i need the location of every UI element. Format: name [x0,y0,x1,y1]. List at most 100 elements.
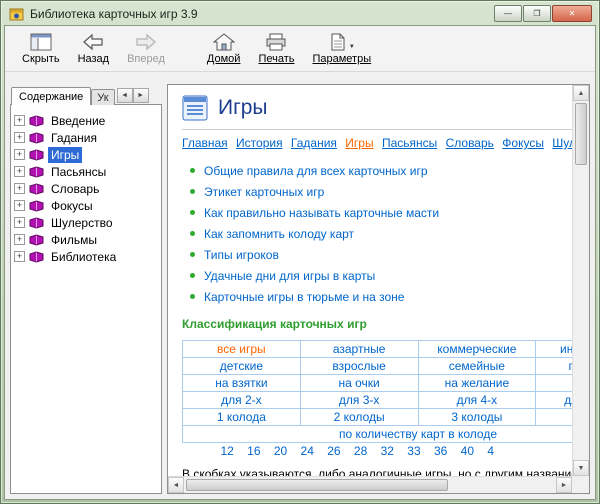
link-obshchie-pravila[interactable]: Общие правила для всех карточных игр [204,164,428,178]
nav-link-slovar[interactable]: Словарь [446,136,494,150]
vertical-scrollbar-thumb[interactable] [575,103,587,165]
maximize-button[interactable]: ❐ [523,5,551,22]
toolbar: Скрыть Назад Вперед [5,26,595,72]
tree-item-igry[interactable]: + Игры [14,146,158,163]
horizontal-scrollbar-thumb[interactable] [186,479,448,491]
table-cell[interactable]: 3 колоды [418,409,536,426]
table-row: на взятки на очки на желание с отбо [183,375,573,392]
scroll-left-icon[interactable]: ◄ [168,477,184,493]
forward-icon [135,32,157,52]
table-cell[interactable]: с отбо [536,375,572,392]
table-cell[interactable]: на желание [418,375,536,392]
nav-link-fokusy[interactable]: Фокусы [502,136,544,150]
print-button[interactable]: Печать [249,28,303,69]
options-icon [329,33,347,51]
tree-item-fokusy[interactable]: + Фокусы [14,197,158,214]
footnote-text: В скобках указываются, либо аналогичные … [182,467,572,477]
expand-icon[interactable]: + [14,234,25,245]
back-label: Назад [78,53,110,65]
table-cell[interactable]: семейные [418,358,536,375]
hide-button[interactable]: Скрыть [13,28,69,69]
title-bar[interactable]: Библиотека карточных игр 3.9 — ❐ ✕ [4,1,596,25]
link-igry-v-tyurme[interactable]: Карточные игры в тюрьме и на зоне [204,290,404,304]
book-icon [29,251,44,263]
expand-icon[interactable]: + [14,149,25,160]
table-cell[interactable]: для 2-х [183,392,301,409]
tree-item-pasyansy[interactable]: + Пасьянсы [14,163,158,180]
home-button[interactable]: Домой [198,28,250,69]
tree-item-label: Пасьянсы [48,164,109,180]
tree-item-vvedenie[interactable]: + Введение [14,112,158,129]
expand-icon[interactable]: + [14,166,25,177]
list-item: Типы игроков [190,244,572,265]
nav-link-pasyansy[interactable]: Пасьянсы [382,136,437,150]
expand-icon[interactable]: + [14,132,25,143]
table-cell[interactable]: коммерческие [418,341,536,358]
tree-item-shulerstvo[interactable]: + Шулерство [14,214,158,231]
options-button[interactable]: ▼ Параметры [303,28,380,69]
topic-links: Общие правила для всех карточных игр Эти… [190,160,572,307]
table-cell[interactable]: взрослые [300,358,418,375]
minimize-button[interactable]: — [494,5,522,22]
expand-icon[interactable]: + [14,115,25,126]
bullet-icon [190,168,195,173]
link-udachnye-dni[interactable]: Удачные дни для игры в карты [204,269,375,283]
vertical-scrollbar-track[interactable] [573,165,589,460]
tree-item-slovar[interactable]: + Словарь [14,180,158,197]
section-heading: Классификация карточных игр [182,317,572,331]
back-button[interactable]: Назад [69,28,119,69]
nav-link-igry-current[interactable]: Игры [345,136,373,150]
nav-link-shulerstvo[interactable]: Шулерство [552,136,572,150]
nav-link-istoriya[interactable]: История [236,136,283,150]
table-cell[interactable]: 2 колоды [300,409,418,426]
app-icon [9,6,25,22]
app-window: Библиотека карточных игр 3.9 — ❐ ✕ Скрыт… [0,0,600,504]
table-cell[interactable]: на взятки [183,375,301,392]
link-tipy-igrokov[interactable]: Типы игроков [204,248,279,262]
tab-index[interactable]: Ук [91,89,114,105]
divider [182,129,572,130]
tree-item-biblioteka[interactable]: + Библиотека [14,248,158,265]
table-cell[interactable]: 1 колода [183,409,301,426]
vertical-scrollbar[interactable]: ▲ ▼ [572,85,589,476]
table-cell[interactable]: 4 коло [536,409,572,426]
expand-icon[interactable]: + [14,183,25,194]
tree-item-gadaniya[interactable]: + Гадания [14,129,158,146]
table-cell[interactable]: популярн [536,358,572,375]
tab-contents[interactable]: Содержание [11,87,91,105]
scroll-up-icon[interactable]: ▲ [573,85,589,101]
table-cell[interactable]: интеллектуа [536,341,572,358]
scroll-down-icon[interactable]: ▼ [573,460,589,476]
expand-icon[interactable]: + [14,217,25,228]
tab-scroll-right-icon[interactable]: ► [133,88,149,103]
table-cell[interactable]: для 3-х [300,392,418,409]
table-row: по количеству карт в колоде [183,426,573,443]
scroll-right-icon[interactable]: ► [556,477,572,493]
tree-item-filmy[interactable]: + Фильмы [14,231,158,248]
table-cell-deck-sizes[interactable]: 12 16 20 24 26 28 32 33 36 40 4 [183,443,573,460]
table-cell[interactable]: детские [183,358,301,375]
book-icon [29,132,44,144]
table-cell-all-games[interactable]: все игры [183,341,301,358]
book-icon [29,149,44,161]
table-cell-card-count[interactable]: по количеству карт в колоде [183,426,573,443]
nav-link-glavnaya[interactable]: Главная [182,136,228,150]
horizontal-scrollbar-track[interactable] [448,477,556,493]
expand-icon[interactable]: + [14,251,25,262]
close-button[interactable]: ✕ [552,5,592,22]
table-row: 12 16 20 24 26 28 32 33 36 40 4 [183,443,573,460]
link-zapomnit-kolodu[interactable]: Как запомнить колоду карт [204,227,354,241]
table-cell[interactable]: для 5-х и б [536,392,572,409]
table-cell[interactable]: азартные [300,341,418,358]
link-masti[interactable]: Как правильно называть карточные масти [204,206,439,220]
table-cell[interactable]: для 4-х [418,392,536,409]
link-etiket[interactable]: Этикет карточных игр [204,185,324,199]
nav-link-gadaniya[interactable]: Гадания [291,136,337,150]
forward-button[interactable]: Вперед [118,28,174,69]
expand-icon[interactable]: + [14,200,25,211]
tab-scroll-left-icon[interactable]: ◄ [117,88,133,103]
table-cell[interactable]: на очки [300,375,418,392]
horizontal-scrollbar[interactable]: ◄ ► [168,476,572,493]
print-label: Печать [258,53,294,65]
bullet-icon [190,294,195,299]
